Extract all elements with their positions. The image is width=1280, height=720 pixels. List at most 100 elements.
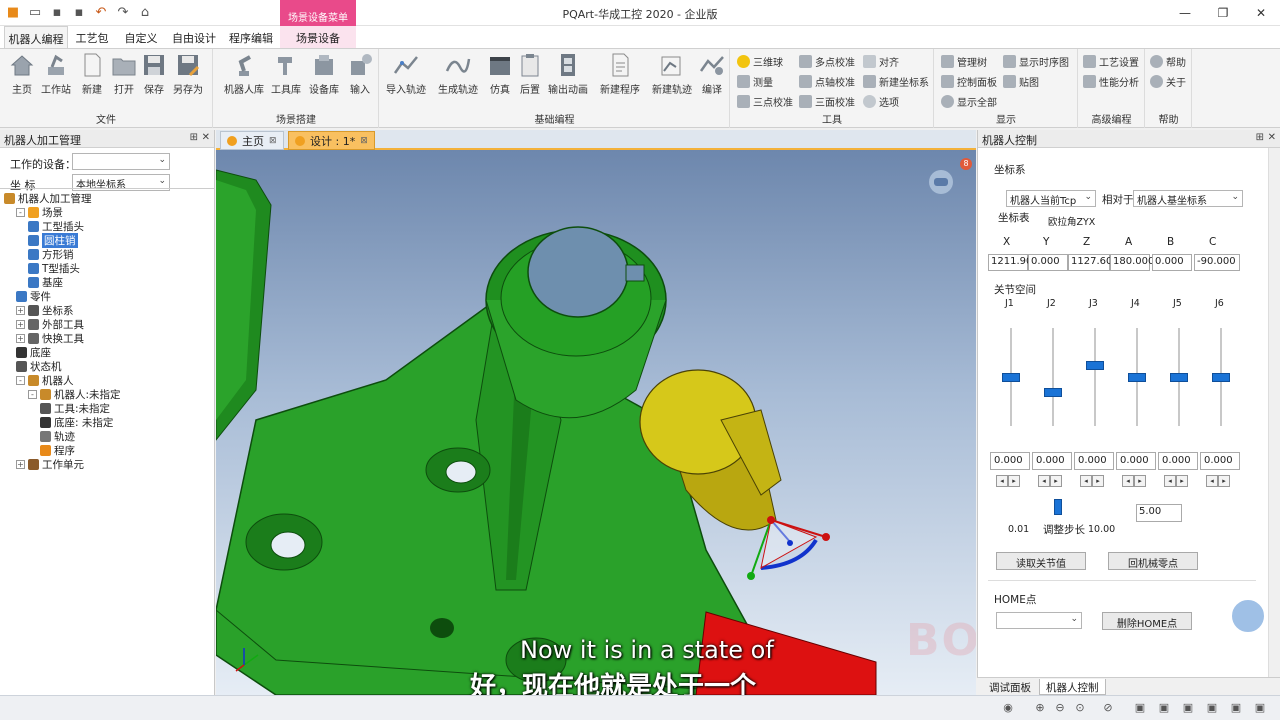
axis-value-input[interactable]: 1211.900 [988,254,1039,271]
new-program-button[interactable]: 新建程序 [600,51,640,99]
zoom-window-icon[interactable]: ⊙ [1072,701,1088,715]
import-trajectory-button[interactable]: 导入轨迹 [386,51,426,99]
expander-icon[interactable]: + [16,333,25,343]
read-joint-values-button[interactable]: 读取关节值 [996,552,1086,570]
step-left-icon[interactable]: ◂ [1122,475,1134,487]
step-slider-thumb[interactable] [1054,499,1062,515]
step-right-icon[interactable]: ▸ [1050,475,1062,487]
doc-tab-home[interactable]: 主页 ⊠ [220,131,284,150]
tree-node[interactable]: 基座 [28,275,63,289]
joint-slider-thumb[interactable] [1170,373,1188,382]
doc-tab-design[interactable]: 设计 : 1* ⊠ [288,131,375,150]
step-right-icon[interactable]: ▸ [1218,475,1230,487]
tab-free-design[interactable]: 自由设计 [168,26,220,48]
measure-button[interactable]: 测量 [737,72,773,90]
tree-node[interactable]: + 快换工具 [16,331,84,345]
expander-icon[interactable]: + [16,459,25,469]
close-icon[interactable]: ✕ [1268,132,1276,143]
joint-slider-thumb[interactable] [1044,387,1062,397]
tree-node[interactable]: + 坐标系 [16,303,74,317]
align-button[interactable]: 对齐 [863,52,899,70]
view-icon[interactable]: ▣ [1228,701,1244,715]
tab-debug-panel[interactable]: 调试面板 [983,679,1037,695]
tree-node[interactable]: - 场景 [16,205,63,219]
expander-icon[interactable]: - [28,389,37,399]
joint-slider-thumb[interactable] [1002,373,1020,382]
three-point-calibration-button[interactable]: 三点校准 [737,92,793,110]
axis-value-input[interactable]: 0.000 [1152,254,1192,271]
tab-scene-devices[interactable]: 场景设备 [280,26,356,48]
joint-value-input[interactable]: 0.000 [1074,452,1114,470]
step-right-icon[interactable]: ▸ [1008,475,1020,487]
joint-slider-thumb[interactable] [1128,373,1146,382]
vertical-scrollbar[interactable] [1268,148,1280,678]
axis-value-input[interactable]: 0.000 [1028,254,1068,271]
tree-node[interactable]: 底座: 未指定 [40,415,113,429]
generate-trajectory-button[interactable]: 生成轨迹 [438,51,478,99]
tcp-select[interactable]: 机器人当前Tcp ⌄ [1006,190,1096,207]
home-icon[interactable]: ⌂ [136,3,154,21]
step-left-icon[interactable]: ◂ [1164,475,1176,487]
axis-value-input[interactable]: -90.000 [1194,254,1240,271]
multi-point-calibration-button[interactable]: 多点校准 [799,52,855,70]
render-mode-icon[interactable]: ⊘ [1100,701,1116,715]
performance-analysis-button[interactable]: 性能分析 [1083,72,1139,90]
close-tab-icon[interactable]: ⊠ [360,136,368,146]
three-plane-calibration-button[interactable]: 三面校准 [799,92,855,110]
joint-slider-track[interactable] [1094,328,1096,426]
show-timing-diagram-button[interactable]: 显示时序图 [1003,52,1069,70]
save-icon[interactable]: ▪ [48,3,66,21]
joint-value-input[interactable]: 0.000 [1200,452,1240,470]
control-panel-button[interactable]: 控制面板 [941,72,997,90]
step-left-icon[interactable]: ◂ [996,475,1008,487]
close-icon[interactable]: ✕ [202,132,210,143]
view-icon[interactable]: ▣ [1204,701,1220,715]
input-button[interactable]: 输入 [342,51,378,99]
step-left-icon[interactable]: ◂ [1080,475,1092,487]
axis-value-input[interactable]: 1127.600 [1068,254,1119,271]
save-as-icon[interactable]: ▪ [70,3,88,21]
tab-program-edit[interactable]: 程序编辑 [225,26,277,48]
tree-node[interactable]: + 外部工具 [16,317,84,331]
tree-node[interactable]: 圆柱销 [28,232,78,248]
pin-icon[interactable]: ⊞ [190,132,198,143]
eye-icon[interactable]: ◉ [1000,701,1016,715]
tree-node[interactable]: - 机器人 [16,373,74,387]
tab-process-pack[interactable]: 工艺包 [72,26,112,48]
home-point-select[interactable]: ⌄ [996,612,1082,629]
close-tab-icon[interactable]: ⊠ [269,136,277,146]
tree-node[interactable]: 工具:未指定 [40,401,110,415]
tree-node[interactable]: 方形销 [28,247,74,261]
save-as-button[interactable]: 另存为 [170,51,206,99]
tree-node[interactable]: - 机器人:未指定 [28,387,121,401]
joint-value-input[interactable]: 0.000 [1116,452,1156,470]
zoom-out-icon[interactable]: ⊖ [1052,701,1068,715]
tab-custom[interactable]: 自定义 [118,26,164,48]
3d-ball-button[interactable]: 三维球 [737,52,783,70]
compile-button[interactable]: 编译 [694,51,730,99]
tree-node[interactable]: + 工作单元 [16,457,84,471]
tree-node[interactable]: T型插头 [28,261,80,275]
point-axis-calibration-button[interactable]: 点轴校准 [799,72,855,90]
view-icon[interactable]: ▣ [1156,701,1172,715]
tree-node[interactable]: 工型插头 [28,219,84,233]
maximize-button[interactable]: ❐ [1204,0,1242,26]
view-icon[interactable]: ▣ [1252,701,1268,715]
tree-node[interactable]: 轨迹 [40,429,75,443]
process-settings-button[interactable]: 工艺设置 [1083,52,1139,70]
step-right-icon[interactable]: ▸ [1092,475,1104,487]
tree-node[interactable]: 底座 [16,345,51,359]
minimize-button[interactable]: — [1166,0,1204,26]
expander-icon[interactable]: + [16,305,25,315]
joint-slider-track[interactable] [1052,328,1054,426]
expander-icon[interactable]: - [16,375,25,385]
tab-robot-control[interactable]: 机器人控制 [1039,679,1106,695]
new-doc-icon[interactable]: ▭ [26,3,44,21]
new-coordinate-system-button[interactable]: 新建坐标系 [863,72,929,90]
device-select[interactable]: ⌄ [72,153,170,170]
tree-node[interactable]: 状态机 [16,359,62,373]
expander-icon[interactable]: - [16,207,25,217]
close-button[interactable]: ✕ [1242,0,1280,26]
delete-home-button[interactable]: 删除HOME点 [1102,612,1192,630]
tree-node[interactable]: 零件 [16,289,51,303]
